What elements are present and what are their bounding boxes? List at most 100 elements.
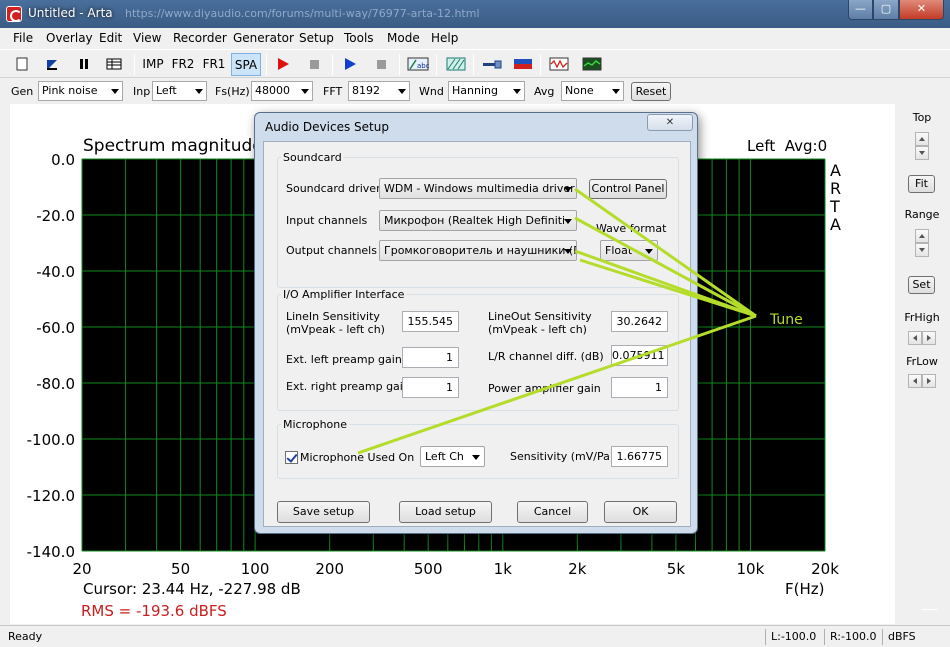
chevron-down-icon (398, 89, 406, 94)
microphone-sensitivity-field[interactable]: 1.66775 (611, 446, 668, 467)
menu-edit[interactable]: Edit (99, 31, 122, 45)
table-icon[interactable] (106, 57, 122, 71)
y-tick-label: -100.0 (27, 431, 75, 449)
chevron-down-icon (564, 249, 572, 254)
menu-view[interactable]: View (133, 31, 161, 45)
input-select[interactable]: Left (152, 81, 207, 101)
frhigh-left-spinner[interactable] (908, 331, 922, 345)
sample-rate-select[interactable]: 48000 (251, 81, 313, 101)
arta-brand-letter: T (829, 197, 840, 216)
toolbar-separator (399, 54, 400, 75)
frlow-right-spinner[interactable] (922, 374, 936, 388)
toolbar-separator (134, 54, 135, 75)
soundcard-driver-select[interactable]: WDM - Windows multimedia driver (379, 178, 577, 199)
dialog-close-button[interactable]: ✕ (647, 114, 693, 131)
fit-button[interactable]: Fit (908, 175, 935, 193)
generator-select[interactable]: Pink noise (38, 81, 123, 101)
record-play-icon[interactable] (275, 57, 291, 71)
minimize-button[interactable]: — (848, 0, 873, 20)
spectrum-view-icon[interactable] (582, 57, 602, 71)
imp-mode-button[interactable]: IMP (140, 53, 166, 76)
x-tick-label: 5k (667, 560, 686, 578)
menu-mode[interactable]: Mode (387, 31, 420, 45)
io-amplifier-group-title: I/O Amplifier Interface (281, 288, 407, 301)
x-tick-label: 1k (494, 560, 513, 578)
window-title: Untitled - Arta (28, 6, 113, 20)
frlow-left-spinner[interactable] (908, 374, 922, 388)
microphone-used-checkbox[interactable] (285, 451, 298, 464)
control-panel-button[interactable]: Control Panel (589, 179, 667, 199)
average-select[interactable]: None (561, 81, 624, 101)
fr2-mode-button[interactable]: FR2 (169, 53, 197, 76)
menu-generator[interactable]: Generator (233, 31, 294, 45)
range-down-spinner[interactable] (915, 243, 929, 257)
microphone-channel-select[interactable]: Left Ch (420, 446, 485, 467)
avg-label: Avg (534, 85, 555, 98)
microphone-group-title: Microphone (281, 418, 350, 431)
ext-right-preamp-field[interactable]: 1 (402, 377, 459, 398)
record-stop-icon[interactable] (306, 57, 322, 71)
set-button[interactable]: Set (908, 276, 935, 294)
load-setup-button[interactable]: Load setup (399, 501, 492, 523)
input-channels-select[interactable]: Микрофон (Realtek High Definiti (379, 210, 577, 231)
cursor-readout: Cursor: 23.44 Hz, -227.98 dB (83, 580, 301, 598)
close-button[interactable]: ✕ (899, 0, 944, 20)
y-tick-label: -140.0 (27, 543, 75, 561)
x-tick-label: 20 (72, 560, 91, 578)
menu-tools[interactable]: Tools (344, 31, 374, 45)
lineout-sensitivity-sublabel: (mVpeak - left ch) (488, 323, 587, 336)
toolbar-separator (436, 54, 437, 75)
maximize-button[interactable]: ▢ (873, 0, 899, 20)
toolbar-separator (332, 54, 333, 75)
pause-icon[interactable] (76, 57, 92, 71)
frhigh-right-spinner[interactable] (922, 331, 936, 345)
ext-left-preamp-field[interactable]: 1 (402, 347, 459, 368)
output-channels-select[interactable]: Громкоговоритель и наушники (Re (379, 240, 577, 261)
rms-readout: RMS = -193.6 dBFS (81, 602, 227, 620)
menu-setup[interactable]: Setup (299, 31, 334, 45)
hatch-icon[interactable] (446, 57, 466, 71)
generator-stop-icon[interactable] (373, 57, 389, 71)
top-down-spinner[interactable] (915, 146, 929, 160)
new-file-icon[interactable] (14, 57, 30, 71)
frhigh-label: FrHigh (904, 311, 940, 324)
window-select[interactable]: Hanning (448, 81, 525, 101)
x-tick-labels: 20 50 100 200 500 1k 2k 5k 10k 20k (72, 560, 839, 578)
y-tick-labels: 0.0 -20.0 -40.0 -60.0 -80.0 -100.0 -120.0 -140.… (27, 151, 75, 561)
menu-help[interactable]: Help (431, 31, 458, 45)
microphone-sensitivity-label: Sensitivity (mV/Pa) (510, 450, 615, 463)
ok-button[interactable]: OK (604, 501, 677, 523)
reset-button[interactable]: Reset (631, 82, 671, 101)
input-channels-label: Input channels (286, 214, 368, 227)
spa-mode-button[interactable]: SPA (231, 53, 261, 76)
soundcard-driver-label: Soundcard driver (286, 182, 381, 195)
generator-play-icon[interactable] (342, 57, 358, 71)
status-left-level: L:-100.0 (771, 630, 817, 643)
menu-file[interactable]: File (13, 31, 33, 45)
menu-recorder[interactable]: Recorder (173, 31, 227, 45)
toolbar: IMP FR2 FR1 SPA abc (0, 49, 950, 78)
linein-sensitivity-field[interactable]: 155.545 (402, 311, 459, 332)
gen-label: Gen (11, 85, 34, 98)
oscilloscope-icon[interactable] (549, 57, 569, 71)
save-setup-button[interactable]: Save setup (277, 501, 370, 523)
open-icon[interactable] (44, 57, 60, 71)
power-amplifier-gain-field[interactable]: 1 (611, 377, 668, 398)
menu-overlay[interactable]: Overlay (46, 31, 93, 45)
cancel-button[interactable]: Cancel (517, 501, 588, 523)
fr1-mode-button[interactable]: FR1 (200, 53, 228, 76)
right-control-panel: Top Fit Range Set FrHigh FrLow (897, 104, 947, 624)
wave-format-select[interactable]: Float (600, 240, 658, 261)
y-tick-label: 0.0 (51, 151, 75, 169)
range-up-spinner[interactable] (915, 229, 929, 243)
top-up-spinner[interactable] (915, 132, 929, 146)
resize-grip[interactable] (922, 609, 938, 623)
fft-size-select[interactable]: 8192 (348, 81, 410, 101)
probe-icon[interactable] (482, 57, 502, 71)
lineout-sensitivity-field[interactable]: 30.2642 (611, 311, 668, 332)
abc-label-icon[interactable]: abc (407, 57, 429, 71)
toolbar-separator (473, 54, 474, 75)
status-divider (765, 629, 766, 645)
meter-icon[interactable] (513, 57, 533, 71)
lr-channel-diff-field[interactable]: 0.075911 (611, 345, 668, 366)
